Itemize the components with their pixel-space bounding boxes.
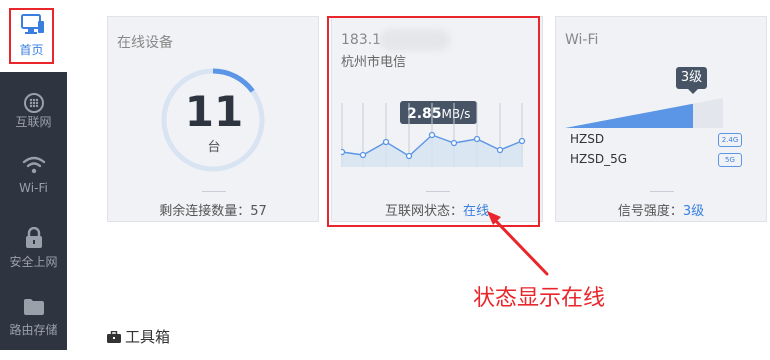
ssid-name: HZSD	[570, 132, 605, 146]
band-badge: 2.4G	[718, 133, 742, 147]
sidebar-item-wifi[interactable]: Wi-Fi	[0, 150, 67, 220]
band-badge: 5G	[718, 153, 742, 167]
level-badge-text: 3级	[680, 70, 703, 85]
annotation-arrow	[487, 211, 549, 276]
sidebar-item-security[interactable]: 安全上网	[0, 220, 67, 290]
device-unit: 台	[207, 140, 221, 155]
sidebar-item-label: 路由存储	[9, 323, 58, 337]
card-title: Wi-Fi	[565, 32, 599, 48]
signal-strength: 信号强度：3级	[556, 200, 766, 219]
wifi-icon	[22, 156, 45, 174]
sidebar-item-label: 互联网	[15, 115, 52, 129]
ssid-name: HZSD_5G	[570, 152, 628, 166]
badge-pointer	[688, 89, 698, 94]
card-title: 在线设备	[117, 35, 173, 51]
highlight-box	[327, 16, 540, 227]
divider	[650, 191, 674, 192]
signal-strength-bar	[565, 98, 723, 128]
sidebar-item-label: 安全上网	[9, 255, 58, 269]
folder-icon	[23, 299, 44, 315]
annotation-text: 状态显示在线	[473, 286, 606, 311]
strength-value[interactable]: 3级	[683, 204, 704, 219]
devices-card[interactable]: 在线设备 11 台 剩余连接数量：57	[107, 16, 319, 222]
lock-icon	[25, 227, 42, 248]
level-badge: 3级	[676, 67, 707, 89]
sidebar-item-home[interactable]: 首页	[0, 0, 67, 72]
toolbox-section[interactable]: 工具箱	[107, 326, 170, 347]
sidebar-item-internet[interactable]: 互联网	[0, 80, 67, 150]
globe-icon	[23, 93, 44, 113]
remaining-connections: 剩余连接数量：57	[108, 200, 318, 219]
strength-label: 信号强度：	[617, 204, 683, 219]
remaining-label: 剩余连接数量：	[159, 204, 251, 219]
briefcase-icon	[107, 330, 121, 343]
toolbox-label: 工具箱	[125, 328, 171, 346]
wifi-card[interactable]: Wi-Fi 3级 HZSD 2.4G HZSD_5G 5G 信号强度：3级	[555, 16, 767, 222]
divider	[202, 191, 226, 192]
remaining-value: 57	[250, 204, 267, 219]
device-count: 11	[184, 87, 244, 136]
highlight-box	[9, 8, 54, 64]
sidebar-item-label: Wi-Fi	[19, 181, 48, 195]
sidebar: 首页 互联网 Wi-Fi 安全上网 路由存储	[0, 0, 67, 350]
